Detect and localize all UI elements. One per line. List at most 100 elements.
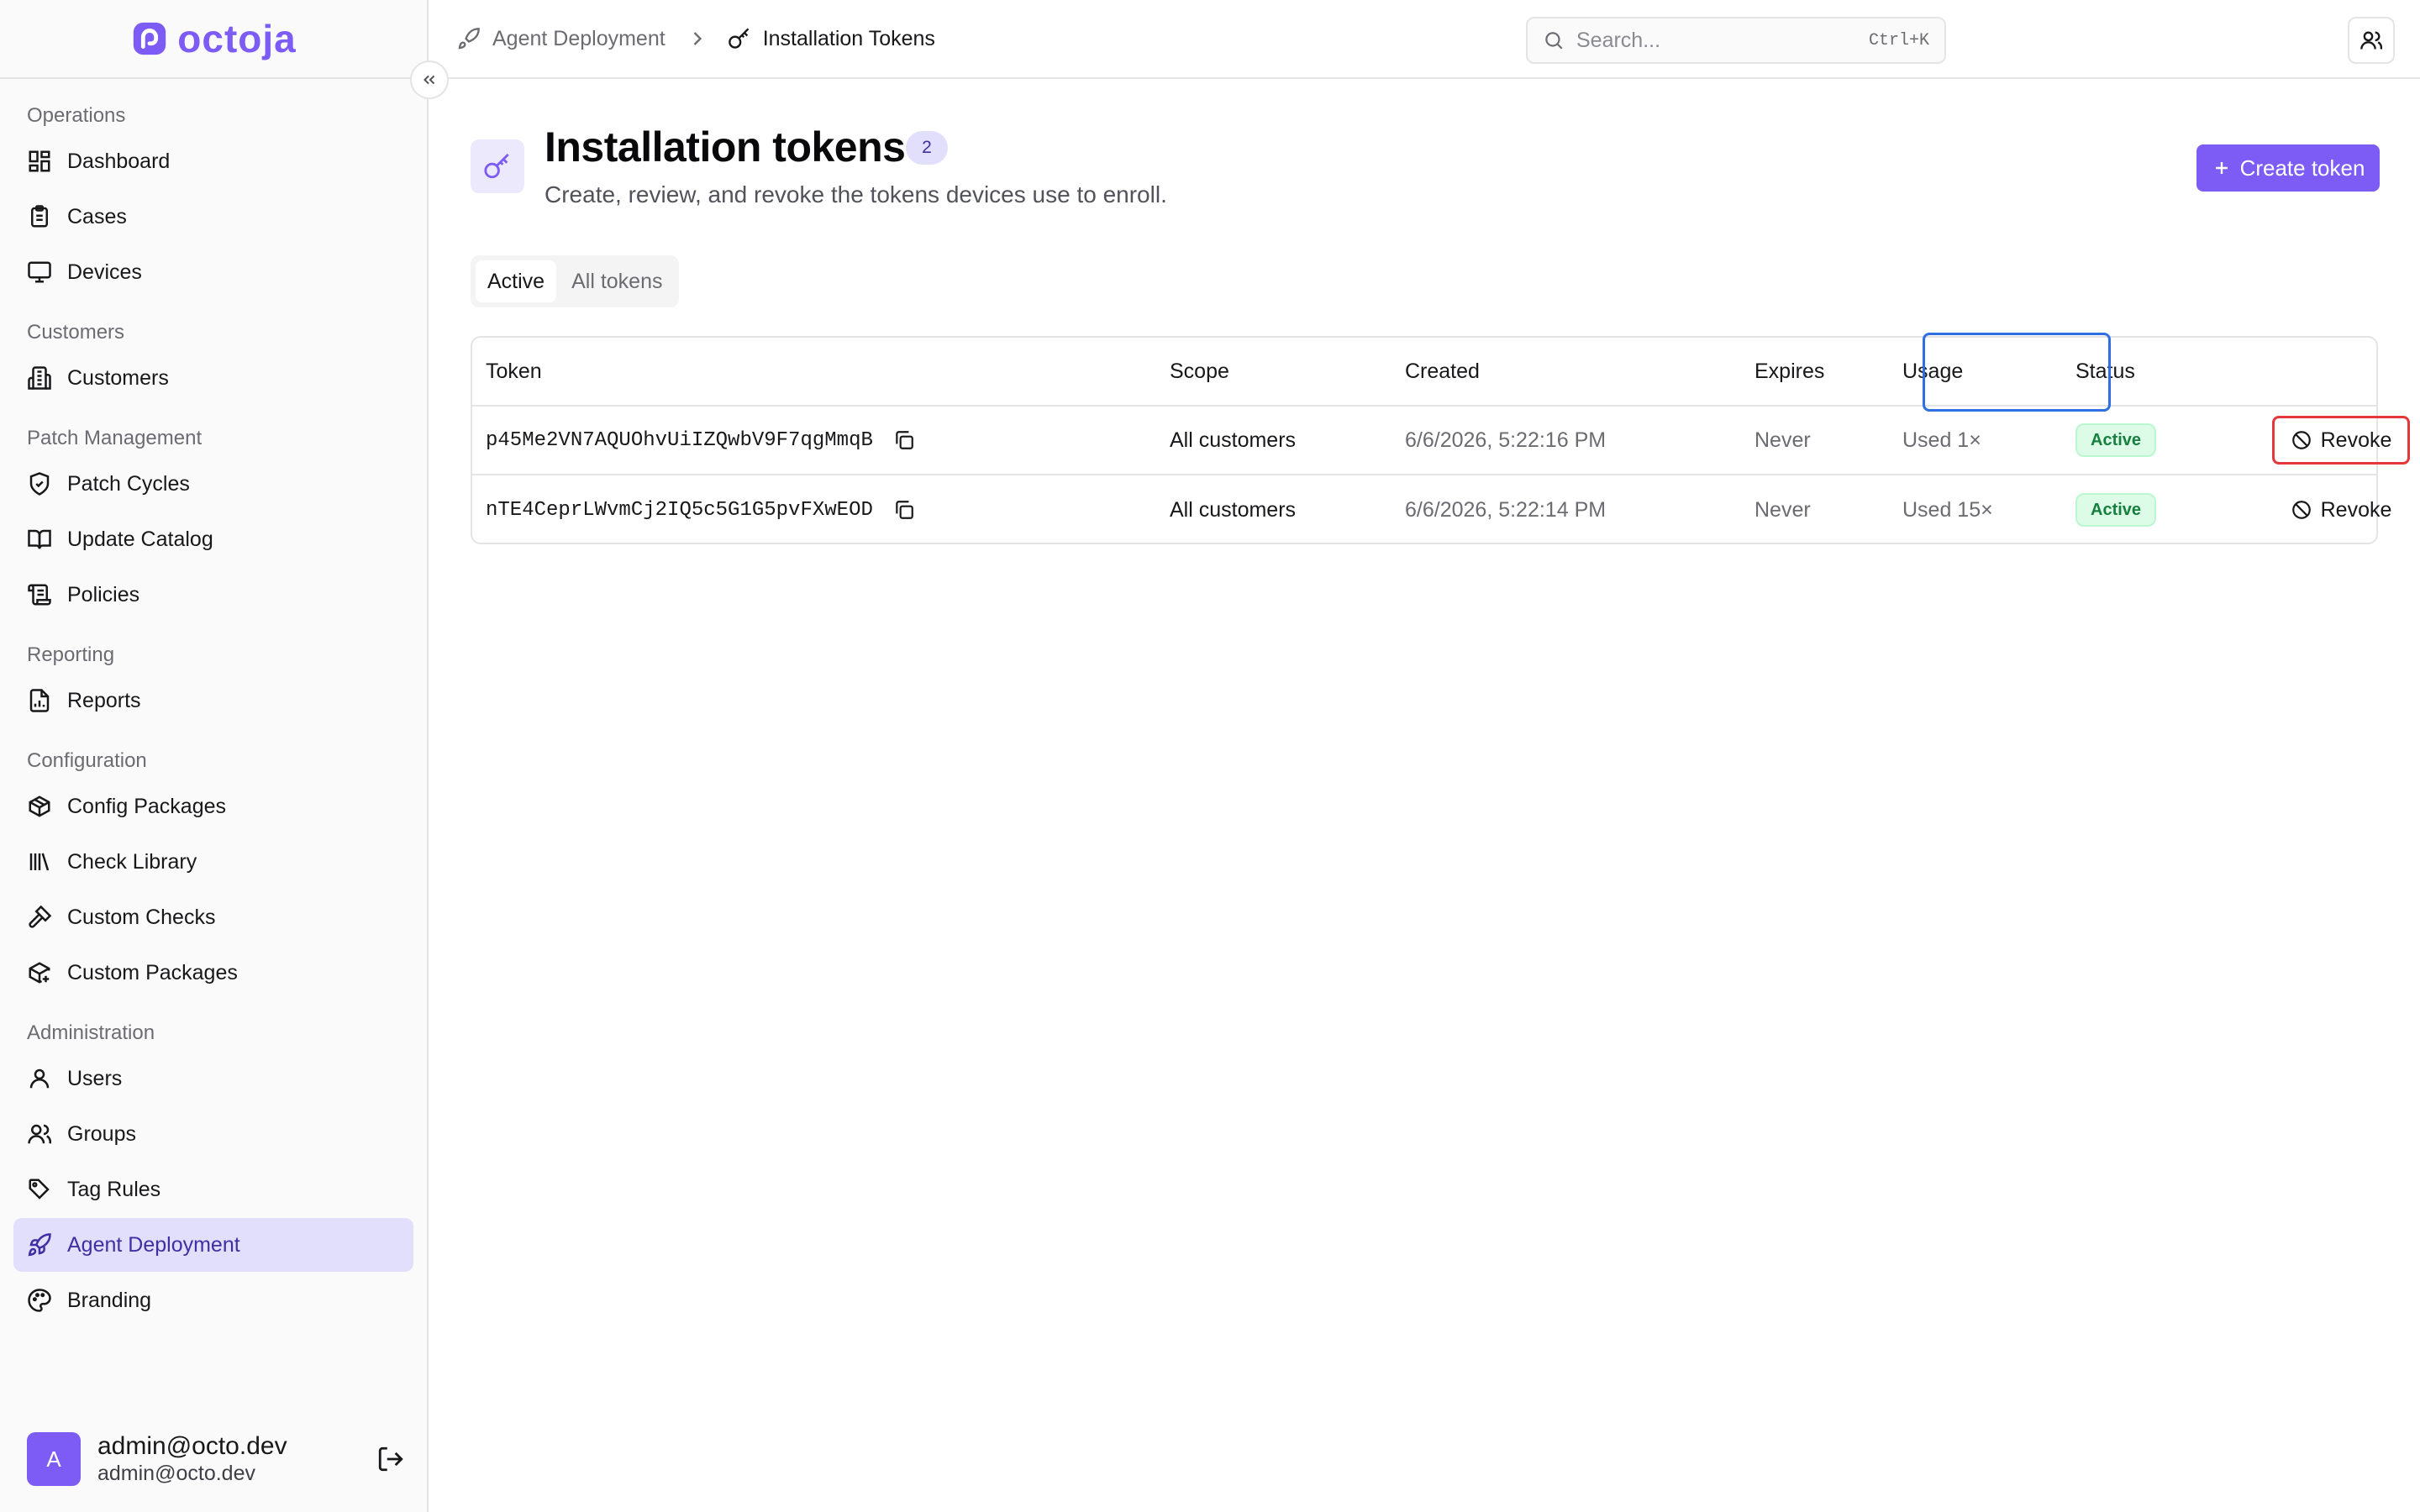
tags-icon: [29, 1179, 50, 1200]
sidebar-nav: Operations Dashboard Cases Devices Custo…: [0, 79, 427, 1327]
sidebar-item-cases[interactable]: Cases: [13, 190, 413, 244]
collapse-sidebar-button[interactable]: [410, 60, 449, 99]
key-icon: [728, 28, 750, 49]
sidebar-item-customers[interactable]: Customers: [13, 351, 413, 405]
filter-tabs: Active All tokens: [471, 255, 680, 307]
tab-active[interactable]: Active: [476, 260, 557, 302]
search-placeholder: Search...: [1576, 28, 1661, 52]
sidebar-item-label: Agent Deployment: [67, 1232, 240, 1257]
hammer-icon: [29, 905, 52, 928]
token-cell: nTE4CeprLWvmCj2IQ5c5G1G5pvFXwEOD: [486, 499, 915, 522]
status-badge: Active: [2075, 493, 2157, 527]
avatar: A: [27, 1432, 81, 1486]
package-icon: [29, 795, 50, 817]
copy-icon[interactable]: [893, 499, 915, 521]
page-title: Installation tokens: [544, 123, 906, 171]
search-shortcut: Ctrl+K: [1868, 30, 1929, 50]
sidebar-item-label: Branding: [67, 1288, 152, 1312]
column-header-created[interactable]: Created: [1405, 360, 1480, 384]
table-header-row: Token Scope Created Expires Usage Status: [472, 333, 2376, 412]
expires-cell: Never: [1754, 497, 1811, 522]
file-chart-icon: [29, 689, 50, 712]
sidebar-item-users[interactable]: Users: [13, 1052, 413, 1105]
users-icon: [2360, 31, 2383, 50]
sidebar-item-reports[interactable]: Reports: [13, 674, 413, 727]
sidebar-item-label: Cases: [67, 204, 127, 228]
sidebar-item-label: Custom Checks: [67, 905, 216, 929]
sidebar-item-custom-packages[interactable]: Custom Packages: [13, 946, 413, 1000]
page-title-icon: [471, 139, 524, 193]
revoke-label: Revoke: [2320, 428, 2392, 452]
clipboard-icon: [31, 205, 48, 228]
user-name: admin@octo.dev: [97, 1432, 287, 1460]
sidebar-item-patch-cycles[interactable]: Patch Cycles: [13, 457, 413, 511]
column-header-status[interactable]: Status: [2075, 360, 2135, 384]
revoke-button[interactable]: Revoke: [2272, 486, 2410, 534]
users-icon: [28, 1124, 52, 1144]
logout-icon[interactable]: [376, 1445, 405, 1473]
library-icon: [29, 853, 50, 871]
scroll-icon: [28, 584, 51, 606]
rocket-icon: [458, 28, 480, 50]
tab-all-tokens[interactable]: All tokens: [560, 260, 674, 302]
sidebar-item-label: Check Library: [67, 849, 197, 874]
create-token-button[interactable]: Create token: [2196, 144, 2380, 192]
sidebar-item-branding[interactable]: Branding: [13, 1273, 413, 1327]
sidebar-item-label: Custom Packages: [67, 960, 238, 984]
user-email: admin@octo.dev: [97, 1462, 255, 1485]
sidebar-item-label: Config Packages: [67, 794, 227, 818]
token-count-badge: 2: [906, 131, 948, 165]
search-input[interactable]: Search... Ctrl+K: [1526, 17, 1946, 64]
revoke-button[interactable]: Revoke: [2272, 416, 2410, 465]
user-profile[interactable]: A admin@octo.dev admin@octo.dev: [27, 1430, 405, 1488]
brand-name: octoja: [177, 17, 297, 60]
book-open-icon: [28, 529, 51, 549]
table-row: nTE4CeprLWvmCj2IQ5c5G1G5pvFXwEOD All cus…: [472, 475, 2391, 544]
sidebar-item-tag-rules[interactable]: Tag Rules: [13, 1163, 413, 1216]
scope-cell: All customers: [1170, 497, 1297, 522]
user-info: admin@octo.dev admin@octo.dev: [97, 1432, 360, 1486]
sidebar-item-label: Devices: [67, 260, 142, 284]
sidebar-item-update-catalog[interactable]: Update Catalog: [13, 512, 413, 566]
page-subtitle: Create, review, and revoke the tokens de…: [544, 181, 1167, 207]
revoke-label: Revoke: [2320, 497, 2392, 522]
sidebar: octoja Operations Dashboard Cases Device…: [0, 0, 429, 1512]
sidebar-item-devices[interactable]: Devices: [13, 245, 413, 299]
sidebar-item-check-library[interactable]: Check Library: [13, 835, 413, 889]
breadcrumb-parent-link[interactable]: Agent Deployment: [492, 27, 666, 51]
section-label-customers: Customers: [27, 321, 125, 344]
chevron-right-icon: [693, 32, 702, 45]
column-header-token[interactable]: Token: [486, 360, 542, 384]
search-icon: [1545, 32, 1563, 50]
octoja-logo-icon: [134, 22, 166, 55]
create-token-label: Create token: [2239, 155, 2365, 181]
key-icon: [484, 153, 509, 179]
sidebar-item-dashboard[interactable]: Dashboard: [13, 134, 413, 188]
usage-cell: Used 15×: [1902, 497, 1993, 522]
brand-logo[interactable]: octoja: [0, 0, 427, 79]
sidebar-item-label: Policies: [67, 582, 140, 606]
sidebar-item-label: Groups: [67, 1121, 136, 1146]
column-header-expires[interactable]: Expires: [1754, 360, 1824, 384]
sidebar-item-agent-deployment[interactable]: Agent Deployment: [13, 1218, 413, 1272]
section-label-operations: Operations: [27, 104, 126, 127]
sidebar-item-policies[interactable]: Policies: [13, 568, 413, 622]
section-label-patch-management: Patch Management: [27, 427, 203, 449]
column-header-scope[interactable]: Scope: [1170, 360, 1229, 384]
sidebar-item-label: Customers: [67, 365, 169, 390]
sidebar-item-custom-checks[interactable]: Custom Checks: [13, 890, 413, 944]
sidebar-item-label: Update Catalog: [67, 527, 213, 551]
monitor-icon: [28, 261, 51, 283]
sidebar-item-groups[interactable]: Groups: [13, 1107, 413, 1161]
sidebar-item-config-packages[interactable]: Config Packages: [13, 780, 413, 833]
user-icon: [29, 1068, 50, 1089]
status-badge: Active: [2075, 423, 2157, 457]
breadcrumb-current: Installation Tokens: [762, 26, 935, 50]
column-header-usage[interactable]: Usage: [1902, 360, 1963, 384]
main-content: Installation tokens 2 Create, review, an…: [430, 81, 2420, 1512]
plus-icon: [2215, 162, 2228, 174]
ban-icon: [2291, 431, 2311, 449]
account-switcher-button[interactable]: [2348, 17, 2395, 64]
copy-icon[interactable]: [893, 429, 915, 451]
sidebar-item-label: Tag Rules: [67, 1177, 161, 1201]
